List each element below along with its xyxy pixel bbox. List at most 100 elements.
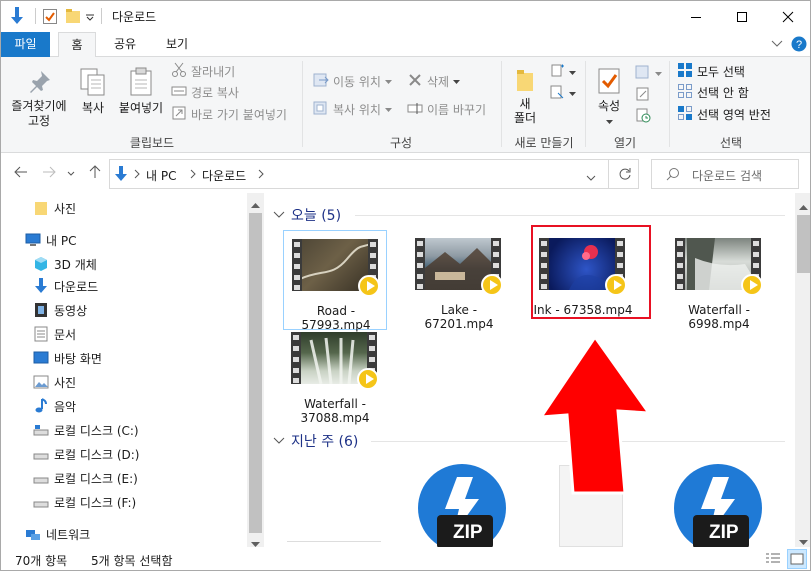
quick-access-toolbar: [9, 6, 103, 28]
open-icon: [635, 64, 655, 83]
new-folder-button[interactable]: 새 폴더: [507, 67, 543, 125]
edit-button[interactable]: [635, 85, 655, 105]
rename-label: 이름 바꾸기: [427, 102, 487, 117]
file-tile-lake[interactable]: Lake - 67201.mp4: [407, 230, 511, 331]
nav-item-this-pc[interactable]: 내 PC: [25, 229, 76, 251]
chevron-down-icon[interactable]: [771, 38, 783, 52]
select-none-label: 선택 안 함: [697, 85, 749, 100]
file-tile-waterfall[interactable]: Waterfall - 6998.mp4: [667, 230, 771, 331]
scroll-thumb[interactable]: [249, 213, 262, 533]
address-dropdown-chevron-icon[interactable]: [586, 170, 596, 184]
maximize-button[interactable]: [719, 1, 765, 32]
new-folder-label: 새 폴더: [513, 97, 537, 125]
new-group-label: 새로 만들기: [514, 136, 574, 150]
file-tile-zip-2[interactable]: ZIP: [673, 463, 763, 547]
pc-icon: [25, 232, 41, 248]
tab-share[interactable]: 공유: [105, 32, 145, 57]
properties-check-icon[interactable]: [43, 8, 57, 27]
select-all-button[interactable]: 모두 선택: [677, 61, 745, 81]
paste-label: 붙여넣기: [118, 101, 164, 115]
nav-item-drive-d[interactable]: 로컬 디스크 (D:): [33, 443, 139, 465]
back-button[interactable]: [13, 165, 29, 181]
tab-home[interactable]: 홈: [58, 32, 96, 58]
rename-icon: [407, 100, 427, 119]
chevron-down-icon: [453, 74, 464, 88]
nav-item-label: 음악: [54, 399, 77, 414]
forward-button[interactable]: [41, 165, 57, 181]
recent-locations-button[interactable]: [63, 165, 79, 181]
file-tile-road[interactable]: Road - 57993.mp4: [283, 230, 387, 332]
search-input[interactable]: 다운로드 검색: [692, 167, 762, 184]
rename-button[interactable]: 이름 바꾸기: [407, 99, 486, 119]
details-view-icon[interactable]: [765, 552, 781, 569]
nav-pane-scrollbar[interactable]: [247, 193, 264, 547]
delete-button[interactable]: 삭제: [407, 71, 464, 91]
nav-item-drive-e[interactable]: 로컬 디스크 (E:): [33, 467, 138, 489]
nav-item-label: 사진: [54, 375, 77, 390]
close-button[interactable]: [765, 1, 810, 32]
nav-item-documents[interactable]: 문서: [33, 323, 76, 345]
down-arrow-icon[interactable]: [9, 6, 25, 28]
minimize-button[interactable]: [673, 1, 719, 32]
nav-item-desktop[interactable]: 바탕 화면: [33, 347, 102, 369]
invert-selection-button[interactable]: 선택 영역 반전: [677, 104, 771, 124]
file-tile-zip-1[interactable]: ZIP: [417, 463, 507, 547]
select-none-button[interactable]: 선택 안 함: [677, 82, 749, 102]
paste-shortcut-button[interactable]: 바로 가기 붙여넣기: [171, 104, 287, 124]
tab-view[interactable]: 보기: [157, 32, 197, 57]
new-item-button[interactable]: [549, 62, 580, 82]
copy-to-label: 복사 위치: [333, 102, 381, 117]
refresh-icon[interactable]: [618, 167, 632, 184]
pin-to-quick-access-button[interactable]: 즐겨찾기에 고정: [5, 69, 73, 129]
nav-item-videos[interactable]: 동영상: [33, 299, 87, 321]
move-to-label: 이동 위치: [333, 74, 381, 89]
paste-button[interactable]: 붙여넣기: [115, 67, 167, 116]
zip-label: ZIP: [709, 522, 739, 543]
nav-item-label: 문서: [54, 327, 77, 342]
breadcrumb-downloads[interactable]: 다운로드: [202, 167, 246, 184]
group-header-last-week[interactable]: 지난 주 (6): [273, 431, 358, 451]
help-icon[interactable]: ?: [791, 36, 807, 55]
file-name: Lake - 67201.mp4: [424, 303, 494, 331]
move-to-button[interactable]: 이동 위치: [313, 71, 396, 91]
copy-path-button[interactable]: 경로 복사: [171, 82, 239, 102]
scroll-up-icon[interactable]: [799, 199, 808, 213]
breadcrumb-this-pc[interactable]: 내 PC: [146, 167, 176, 184]
ribbon-tabs: 파일 홈 공유 보기 ?: [1, 32, 810, 58]
new-folder-icon[interactable]: [65, 8, 81, 27]
scroll-up-icon[interactable]: [251, 197, 260, 211]
nav-item-drive-f[interactable]: 로컬 디스크 (F:): [33, 491, 136, 513]
chevron-down-icon[interactable]: [85, 10, 95, 24]
easy-access-button[interactable]: [549, 83, 580, 103]
nav-item-network[interactable]: 네트워크: [25, 523, 90, 545]
address-bar[interactable]: 내 PC 다운로드: [109, 159, 639, 189]
nav-item-music[interactable]: 음악: [33, 395, 76, 417]
tab-file[interactable]: 파일: [1, 32, 50, 57]
nav-item-label: 로컬 디스크 (F:): [54, 495, 137, 510]
nav-item-pictures[interactable]: 사진: [33, 371, 76, 393]
large-icons-view-icon[interactable]: [787, 549, 807, 569]
copy-to-button[interactable]: 복사 위치: [313, 99, 396, 119]
nav-item-3d-objects[interactable]: 3D 개체: [33, 253, 97, 275]
arrow-left-icon: [14, 166, 28, 181]
nav-item-drive-c[interactable]: 로컬 디스크 (C:): [33, 419, 139, 441]
history-button[interactable]: [635, 106, 655, 126]
clipboard-icon: [115, 67, 167, 101]
invert-selection-label: 선택 영역 반전: [697, 107, 771, 122]
copy-button[interactable]: 복사: [75, 67, 111, 116]
properties-button[interactable]: 속성: [591, 67, 627, 129]
nav-item-label: 네트워크: [46, 527, 91, 542]
copy-to-icon: [313, 100, 333, 119]
nav-item-pictures-quick[interactable]: 사진: [33, 197, 76, 219]
play-icon: [357, 368, 379, 390]
file-tile-waterfall-2[interactable]: Waterfall - 37088.mp4: [283, 324, 387, 425]
scroll-thumb[interactable]: [797, 215, 810, 273]
file-list-scrollbar[interactable]: [795, 193, 810, 547]
search-box[interactable]: 다운로드 검색: [651, 159, 799, 189]
group-header-today[interactable]: 오늘 (5): [273, 205, 341, 225]
properties-label: 속성: [597, 99, 621, 113]
up-button[interactable]: [87, 164, 103, 181]
cut-button[interactable]: 잘라내기: [171, 61, 235, 81]
nav-item-downloads[interactable]: 다운로드: [33, 275, 98, 297]
open-button[interactable]: [635, 63, 666, 83]
